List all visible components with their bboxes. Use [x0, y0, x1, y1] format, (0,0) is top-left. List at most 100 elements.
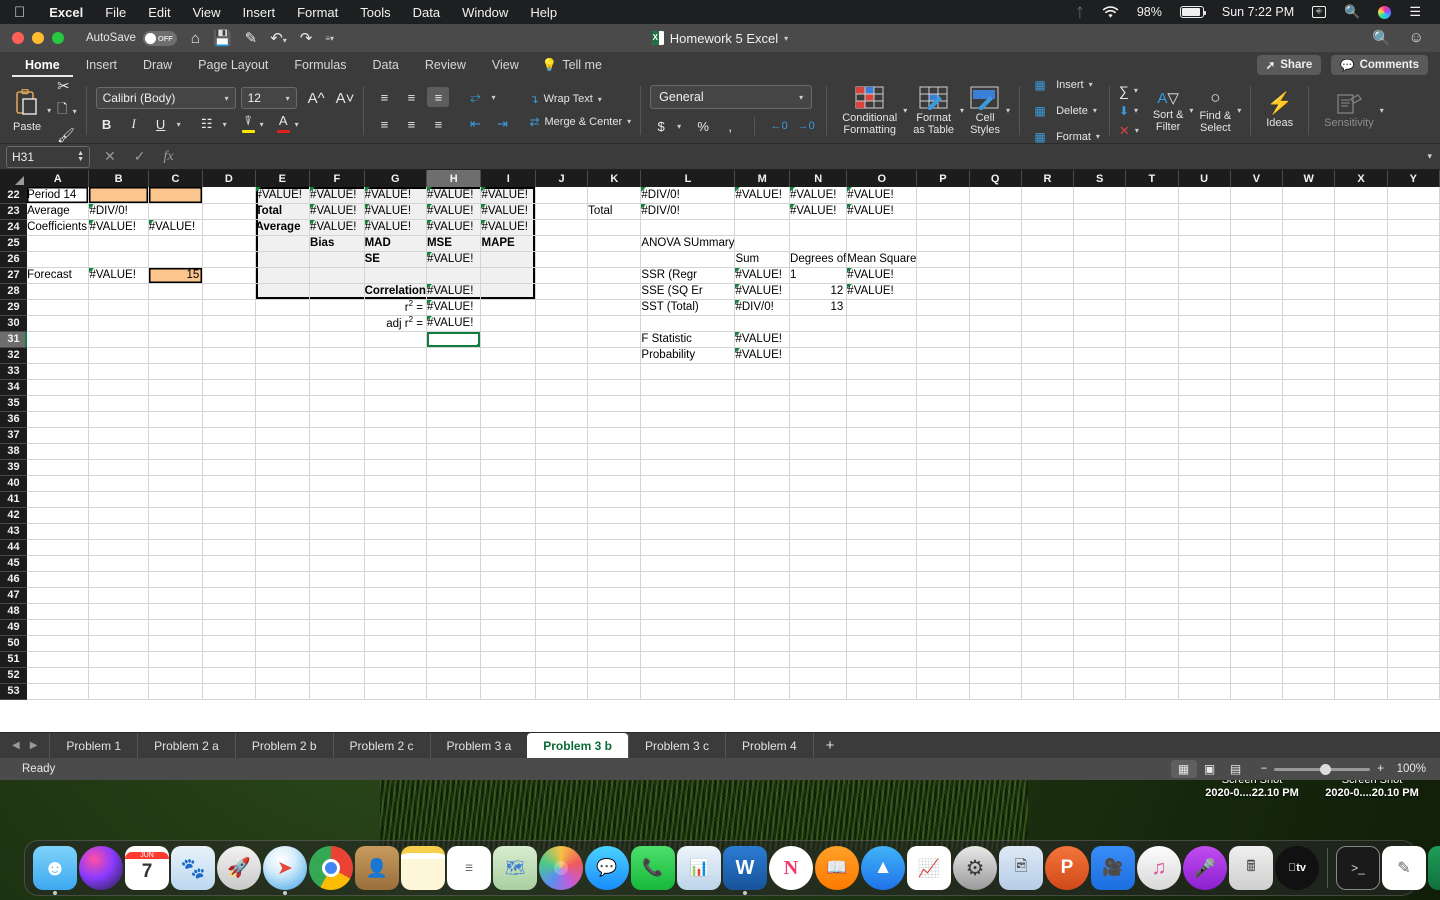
cell-H46[interactable] [426, 571, 482, 588]
cell-L25[interactable]: ANOVA SUmmary [640, 235, 736, 252]
cell-K25[interactable] [587, 235, 642, 252]
sheet-tab-problem-1[interactable]: Problem 1 [49, 733, 137, 758]
cell-I37[interactable] [480, 427, 537, 444]
cell-W48[interactable] [1282, 603, 1336, 620]
cell-N31[interactable] [789, 331, 848, 348]
cell-L45[interactable] [640, 555, 736, 572]
cell-B43[interactable] [88, 523, 149, 540]
cell-O37[interactable] [846, 427, 918, 444]
cell-K22[interactable] [587, 187, 642, 204]
cell-B23[interactable]: #DIV/0! [88, 203, 149, 220]
cell-S24[interactable] [1073, 219, 1127, 236]
cell-T24[interactable] [1125, 219, 1179, 236]
cell-E40[interactable] [255, 475, 311, 492]
cell-N46[interactable] [789, 571, 848, 588]
cell-H24[interactable]: #VALUE! [426, 219, 482, 236]
cell-N51[interactable] [789, 651, 848, 668]
cell-F50[interactable] [309, 635, 365, 652]
cell-P34[interactable] [916, 379, 970, 396]
cell-S30[interactable] [1073, 315, 1127, 332]
cell-J39[interactable] [535, 459, 589, 476]
cell-Q29[interactable] [969, 299, 1022, 316]
column-header-b[interactable]: B [88, 170, 149, 187]
cell-W46[interactable] [1282, 571, 1336, 588]
spotlight-search-icon[interactable]: 🔍 [1335, 4, 1369, 20]
cell-E37[interactable] [255, 427, 311, 444]
cell-H27[interactable] [426, 267, 482, 284]
cell-R52[interactable] [1021, 667, 1075, 684]
cell-R28[interactable] [1021, 283, 1075, 300]
cell-M48[interactable] [734, 603, 791, 620]
row-header-38[interactable]: 38 [0, 443, 28, 460]
cell-D49[interactable] [202, 619, 256, 636]
cell-J24[interactable] [535, 219, 589, 236]
cell-L38[interactable] [640, 443, 736, 460]
cell-P32[interactable] [916, 347, 970, 364]
cell-Q25[interactable] [969, 235, 1022, 252]
cell-K40[interactable] [587, 475, 642, 492]
cell-S42[interactable] [1073, 507, 1127, 524]
column-header-e[interactable]: E [255, 170, 311, 187]
cell-G41[interactable] [364, 491, 427, 508]
cell-L39[interactable] [640, 459, 736, 476]
align-top-button[interactable]: ≡ [373, 87, 395, 107]
home-icon[interactable]: ⌂ [191, 30, 200, 47]
cell-D39[interactable] [202, 459, 256, 476]
calculator-icon[interactable]: 🖩 [1229, 846, 1273, 890]
cell-X28[interactable] [1334, 283, 1388, 300]
cell-L31[interactable]: F Statistic [640, 331, 736, 348]
cell-W52[interactable] [1282, 667, 1336, 684]
cell-Q53[interactable] [969, 683, 1022, 700]
cell-D31[interactable] [202, 331, 256, 348]
cell-H33[interactable] [426, 363, 482, 380]
cell-D46[interactable] [202, 571, 256, 588]
cell-O26[interactable]: Mean Square [846, 251, 918, 268]
insert-cells-button[interactable]: ▦ Insert ▾ [1029, 75, 1100, 95]
cell-O35[interactable] [846, 395, 918, 412]
column-header-n[interactable]: N [789, 170, 848, 187]
cell-R53[interactable] [1021, 683, 1075, 700]
cell-F45[interactable] [309, 555, 365, 572]
cell-N37[interactable] [789, 427, 848, 444]
cell-P28[interactable] [916, 283, 970, 300]
cell-E44[interactable] [255, 539, 311, 556]
cell-A46[interactable] [27, 571, 90, 588]
cell-P51[interactable] [916, 651, 970, 668]
cell-G29[interactable]: r2 = [364, 299, 427, 316]
cell-C36[interactable] [148, 411, 204, 428]
undo-icon[interactable]: ↶▾ [270, 29, 287, 47]
cell-X45[interactable] [1334, 555, 1388, 572]
minimize-window-button[interactable] [32, 32, 44, 44]
menu-item-data[interactable]: Data [402, 5, 451, 20]
row-header-41[interactable]: 41 [0, 491, 28, 508]
cell-P36[interactable] [916, 411, 970, 428]
cell-S52[interactable] [1073, 667, 1127, 684]
cell-X51[interactable] [1334, 651, 1388, 668]
row-header-48[interactable]: 48 [0, 603, 28, 620]
cell-J35[interactable] [535, 395, 589, 412]
cell-C23[interactable] [148, 203, 204, 220]
cell-U51[interactable] [1178, 651, 1231, 668]
cell-H34[interactable] [426, 379, 482, 396]
cell-R34[interactable] [1021, 379, 1075, 396]
cell-O34[interactable] [846, 379, 918, 396]
row-header-32[interactable]: 32 [0, 347, 28, 364]
cell-L26[interactable] [640, 251, 736, 268]
cell-B35[interactable] [88, 395, 149, 412]
cell-F22[interactable]: #VALUE! [309, 187, 365, 204]
cell-K26[interactable] [587, 251, 642, 268]
cell-X34[interactable] [1334, 379, 1388, 396]
cell-K33[interactable] [587, 363, 642, 380]
cell-R42[interactable] [1021, 507, 1075, 524]
cell-S26[interactable] [1073, 251, 1127, 268]
share-button[interactable]: ➚ Share [1256, 55, 1322, 75]
cell-K49[interactable] [587, 619, 642, 636]
percent-button[interactable]: % [692, 116, 714, 136]
cell-R40[interactable] [1021, 475, 1075, 492]
cell-L50[interactable] [640, 635, 736, 652]
conditional-formatting-button[interactable]: Conditional Formatting [836, 86, 903, 136]
cell-S47[interactable] [1073, 587, 1127, 604]
cell-Y46[interactable] [1387, 571, 1440, 588]
facetime-icon[interactable]: 📞 [631, 846, 675, 890]
cell-P24[interactable] [916, 219, 970, 236]
